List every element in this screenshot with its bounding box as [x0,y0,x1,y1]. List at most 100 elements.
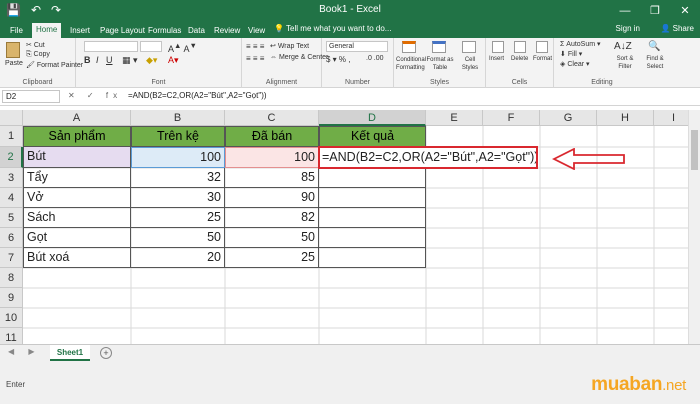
insert-cells-icon[interactable] [492,41,504,53]
format-painter-button[interactable]: 🖌 Format Painter [26,61,83,69]
conditional-formatting-icon[interactable] [402,41,416,53]
currency-icon[interactable]: $ ▾ % , [326,55,350,64]
tab-data[interactable]: Data [184,24,209,38]
font-size-combo[interactable] [140,41,162,52]
autosum-button[interactable]: Σ AutoSum ▾ [560,40,601,48]
row-header-1[interactable]: 1 [0,126,23,147]
cut-button[interactable]: ✂ Cut [26,41,45,49]
format-as-table-label[interactable]: Format as Table [426,56,454,72]
column-header-e[interactable]: E [426,110,483,126]
cell-c7[interactable]: 25 [225,248,319,268]
column-header-d[interactable]: D [319,110,426,126]
column-header-c[interactable]: C [225,110,319,126]
active-cell-d2[interactable]: =AND(B2=C2,OR(A2="Bút",A2="Gọt")) [318,146,538,169]
header-cell-d1[interactable]: Kết quả [319,126,426,147]
cell-c5[interactable]: 82 [225,208,319,228]
cell-a7[interactable]: Bút xoá [23,248,131,268]
column-header-i[interactable]: I [654,110,688,126]
vertical-scrollbar-thumb[interactable] [691,130,698,170]
column-header-g[interactable]: G [540,110,597,126]
cell-b4[interactable]: 30 [131,188,225,208]
fx-icon[interactable]: ✕ ✓ fx [68,91,122,100]
bold-button[interactable]: B [84,55,91,65]
copy-button[interactable]: ⎘ Copy [26,51,50,59]
align-left-icon[interactable]: ≡ ≡ ≡ [246,54,264,63]
tab-view[interactable]: View [244,24,269,38]
fill-button[interactable]: ⬇ Fill ▾ [560,50,582,58]
cell-c4[interactable]: 90 [225,188,319,208]
merge-center-button[interactable]: ⇔ Merge & Center [270,54,328,61]
name-box[interactable]: D2 [2,90,60,103]
insert-cells-label[interactable]: Insert [489,56,504,62]
delete-cells-icon[interactable] [514,41,526,53]
minimize-icon[interactable]: — [610,0,640,22]
row-header-3[interactable]: 3 [0,168,23,188]
cell-b7[interactable]: 20 [131,248,225,268]
cell-b3[interactable]: 32 [131,168,225,188]
cell-d3[interactable] [319,168,426,188]
format-as-table-icon[interactable] [432,41,446,53]
tab-review[interactable]: Review [210,24,244,38]
number-format-combo[interactable]: General [326,41,388,52]
cell-c6[interactable]: 50 [225,228,319,248]
header-cell-c1[interactable]: Đã bán [225,126,319,147]
tab-home[interactable]: Home [32,23,62,38]
clear-button[interactable]: ◈ Clear ▾ [560,60,590,68]
column-header-b[interactable]: B [131,110,225,126]
font-name-combo[interactable] [84,41,138,52]
add-sheet-button[interactable]: + [100,347,112,359]
cell-d7[interactable] [319,248,426,268]
row-header-2[interactable]: 2 [0,147,23,168]
row-header-6[interactable]: 6 [0,228,23,248]
grow-font-icon[interactable]: A▲ A▼ [168,41,197,54]
conditional-formatting-label[interactable]: Conditional Formatting [396,56,426,72]
paste-icon[interactable] [6,42,20,58]
row-header-9[interactable]: 9 [0,288,23,308]
borders-icon[interactable]: ▦ ▾ [122,55,138,66]
italic-button[interactable]: I [96,55,99,65]
tab-file[interactable]: File [6,24,27,38]
header-cell-b1[interactable]: Trên kệ [131,126,225,147]
format-cells-icon[interactable] [536,41,548,53]
sign-in-link[interactable]: Sign in [616,24,640,33]
column-header-a[interactable]: A [23,110,131,126]
cell-c3[interactable]: 85 [225,168,319,188]
restore-icon[interactable]: ❐ [640,0,670,22]
row-header-7[interactable]: 7 [0,248,23,268]
row-header-8[interactable]: 8 [0,268,23,288]
sort-filter-icon[interactable]: A↓Z [614,41,632,52]
cell-a4[interactable]: Vở [23,188,131,208]
row-header-11[interactable]: 11 [0,328,23,344]
cell-d6[interactable] [319,228,426,248]
formula-input[interactable]: =AND(B2=C2,OR(A2="Bút",A2="Gọt")) [128,91,267,100]
header-cell-a1[interactable]: Sản phẩm [23,126,131,147]
cell-a2[interactable]: Bút [23,147,131,168]
cell-a6[interactable]: Gọt [23,228,131,248]
cell-b6[interactable]: 50 [131,228,225,248]
row-header-4[interactable]: 4 [0,188,23,208]
share-button[interactable]: 👤 Share [660,24,694,33]
vertical-scrollbar[interactable] [688,110,700,344]
wrap-text-button[interactable]: ↩ Wrap Text [270,42,309,50]
cell-styles-label[interactable]: Cell Styles [456,56,484,72]
cell-styles-icon[interactable] [462,41,476,53]
find-select-label[interactable]: Find & Select [640,55,670,71]
tell-me-box[interactable]: 💡 Tell me what you want to do... [274,24,391,33]
cell-d5[interactable] [319,208,426,228]
align-top-icon[interactable]: ≡ ≡ ≡ [246,42,264,51]
column-header-f[interactable]: F [483,110,540,126]
delete-cells-label[interactable]: Delete [511,56,528,62]
select-all-corner[interactable] [0,110,23,126]
cell-d4[interactable] [319,188,426,208]
cell-a5[interactable]: Sách [23,208,131,228]
sheet-tab-sheet1[interactable]: Sheet1 [50,345,90,361]
cell-b2[interactable]: 100 [131,147,225,168]
decimal-icon[interactable]: .0 .00 [366,55,384,62]
cell-b5[interactable]: 25 [131,208,225,228]
font-color-icon[interactable]: A▾ [168,55,179,66]
format-cells-label[interactable]: Format [533,56,552,62]
find-select-icon[interactable]: 🔍 [648,41,660,52]
sheet-nav-arrows-icon[interactable]: ◀ ▶ [8,347,41,356]
tab-insert[interactable]: Insert [66,24,94,38]
worksheet-grid[interactable]: A B C D E F G H I 1 2 3 4 5 6 7 8 9 10 1… [0,110,688,344]
